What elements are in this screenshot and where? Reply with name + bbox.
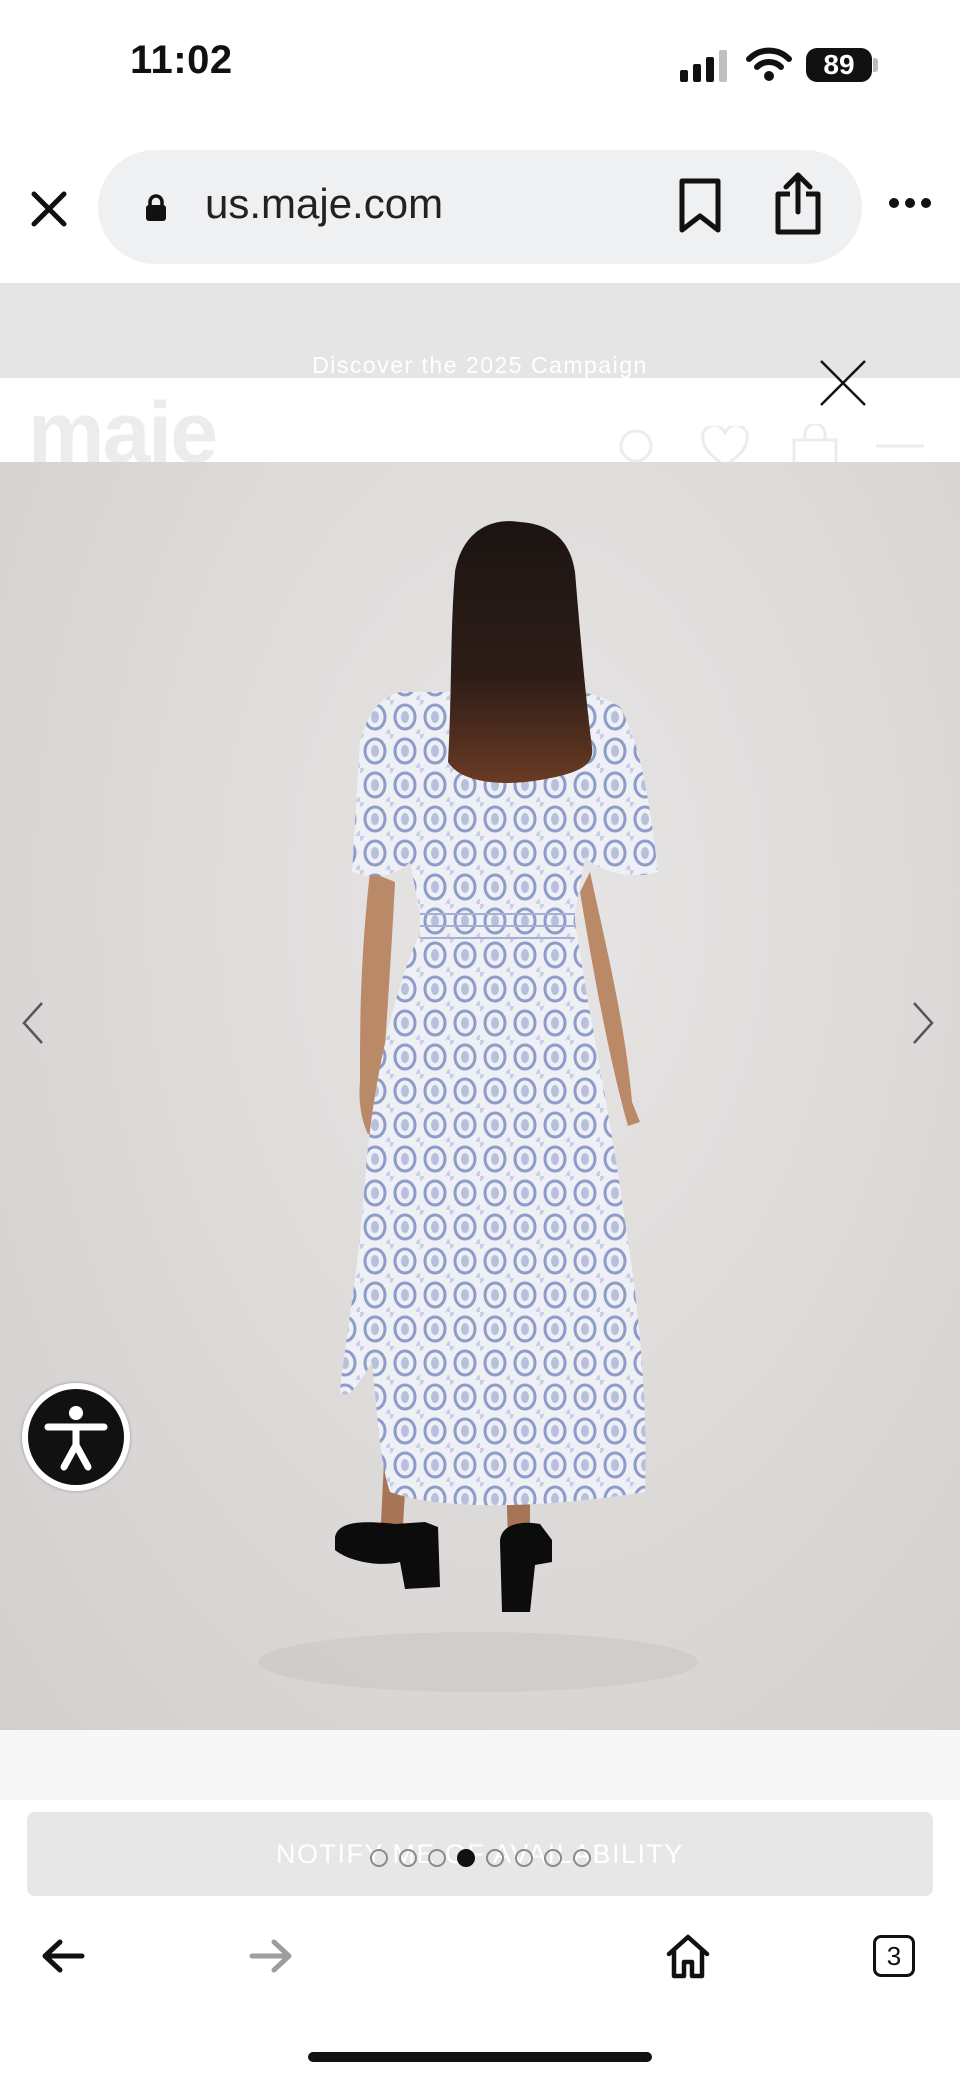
accessibility-icon [44, 1406, 108, 1471]
image-footer-strip [0, 1730, 960, 1800]
signal-icon [680, 50, 727, 82]
tab-count: 3 [886, 1940, 902, 1971]
lock-icon [146, 194, 166, 221]
pagination-dot[interactable] [543, 1849, 562, 1867]
gallery-close-icon[interactable] [818, 358, 868, 408]
tab-switcher-button[interactable]: 3 [873, 1935, 915, 1977]
forward-arrow-icon[interactable] [248, 1938, 294, 1974]
url-text[interactable]: us.maje.com [205, 180, 443, 228]
previous-image-icon[interactable] [20, 1000, 46, 1046]
pagination-dot[interactable] [427, 1849, 446, 1867]
battery-indicator: 89 [806, 48, 872, 82]
product-photo-illustration [258, 521, 698, 1692]
shopping-bag-icon[interactable] [790, 424, 840, 462]
site-header: maje [0, 378, 960, 462]
pagination-dot[interactable] [369, 1849, 388, 1867]
pagination-dot[interactable] [398, 1849, 417, 1867]
home-indicator[interactable] [308, 2052, 652, 2062]
search-icon[interactable] [618, 428, 658, 462]
close-tab-icon[interactable] [26, 186, 72, 232]
wifi-icon [746, 47, 792, 81]
pagination-dot[interactable] [572, 1849, 591, 1867]
next-image-icon[interactable] [910, 1000, 936, 1046]
share-icon[interactable] [772, 172, 824, 236]
promo-banner-text[interactable]: Discover the 2025 Campaign [0, 352, 960, 379]
home-icon[interactable] [664, 1932, 712, 1980]
pagination-dot[interactable] [485, 1849, 504, 1867]
status-time: 11:02 [130, 38, 233, 82]
menu-icon[interactable] [874, 442, 926, 462]
more-options-icon[interactable] [888, 196, 932, 210]
product-image[interactable] [0, 462, 960, 1730]
site-logo[interactable]: maje [28, 390, 218, 462]
pagination-dot[interactable] [456, 1849, 475, 1867]
wishlist-heart-icon[interactable] [700, 426, 750, 462]
pagination-dot[interactable] [514, 1849, 533, 1867]
back-arrow-icon[interactable] [40, 1938, 86, 1974]
accessibility-button[interactable] [22, 1383, 130, 1491]
bookmark-icon[interactable] [676, 178, 724, 234]
battery-tip [873, 58, 878, 72]
gallery-pagination [0, 1849, 960, 1867]
